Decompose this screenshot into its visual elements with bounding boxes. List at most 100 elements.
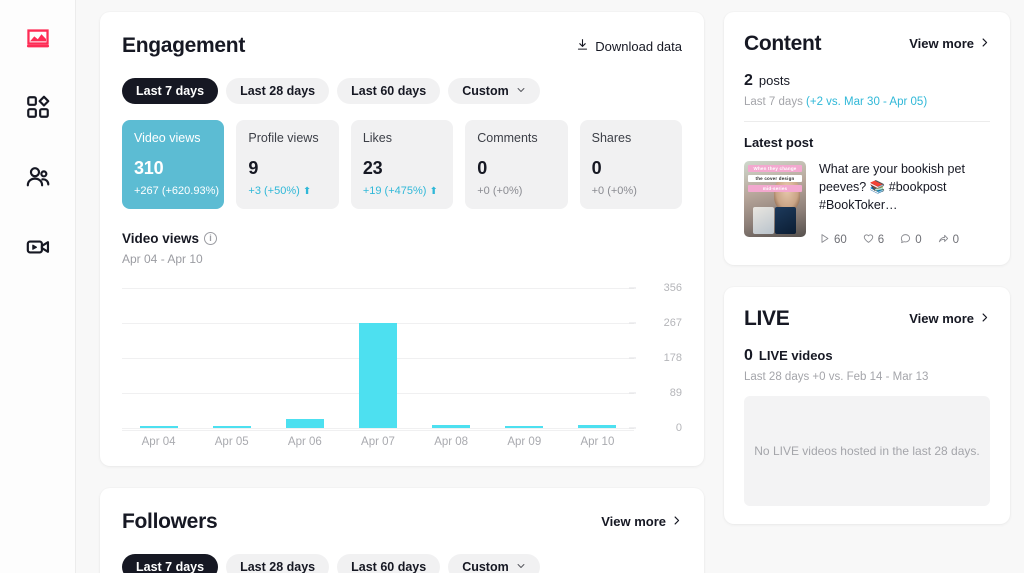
chart-x-tick-label: Apr 08 bbox=[415, 436, 488, 448]
live-view-more-button[interactable]: View more bbox=[909, 311, 990, 326]
post-details: What are your bookish pet peeves? 📚 #boo… bbox=[819, 161, 990, 247]
engagement-range-chips: Last 7 days Last 28 days Last 60 days Cu… bbox=[122, 78, 682, 104]
metric-delta-text: +267 (+620.93%) bbox=[134, 185, 219, 197]
chart-y-tick-label: 356 bbox=[638, 282, 682, 294]
thumbnail-book-right bbox=[775, 207, 796, 234]
followers-header: Followers View more bbox=[122, 510, 682, 534]
metric-delta-text: +19 (+475%) bbox=[363, 185, 427, 197]
metric-value: 23 bbox=[363, 158, 441, 179]
chevron-right-icon bbox=[979, 311, 990, 326]
metric-label: Profile views bbox=[248, 131, 326, 145]
posts-comparison: Last 7 days (+2 vs. Mar 30 - Apr 05) bbox=[744, 96, 990, 108]
metric-card-comments[interactable]: Comments 0 +0 (+0%) bbox=[465, 120, 567, 209]
chart-header: Video views i Apr 04 - Apr 10 bbox=[122, 231, 682, 266]
metric-label: Video views bbox=[134, 131, 212, 145]
chip-label: Last 60 days bbox=[351, 560, 426, 573]
chart-x-tick-label: Apr 07 bbox=[341, 436, 414, 448]
info-icon[interactable]: i bbox=[204, 232, 217, 245]
chip-last-7-days[interactable]: Last 7 days bbox=[122, 78, 218, 104]
content-card: Content View more 2 posts Last 7 days (+… bbox=[724, 12, 1010, 265]
latest-post-row[interactable]: When they change the cover design mid-se… bbox=[744, 161, 990, 247]
live-title: LIVE bbox=[744, 307, 789, 331]
followers-chip-last-60-days[interactable]: Last 60 days bbox=[337, 554, 440, 573]
chart-bar[interactable] bbox=[578, 425, 616, 428]
chart-bar-slot[interactable] bbox=[268, 288, 341, 428]
chart-x-tick-label: Apr 04 bbox=[122, 436, 195, 448]
chart-bar-slot[interactable] bbox=[341, 288, 414, 428]
post-caption: What are your bookish pet peeves? 📚 #boo… bbox=[819, 161, 990, 214]
view-more-label: View more bbox=[601, 514, 666, 529]
chart-bar[interactable] bbox=[359, 323, 397, 428]
chip-label: Last 28 days bbox=[240, 560, 315, 573]
chart-bar-slot[interactable] bbox=[122, 288, 195, 428]
video-views-bar-chart: 089178267356 Apr 04Apr 05Apr 06Apr 07Apr… bbox=[122, 288, 682, 448]
post-stat-value: 60 bbox=[834, 234, 847, 246]
chip-last-28-days[interactable]: Last 28 days bbox=[226, 78, 329, 104]
metric-delta: +0 (+0%) bbox=[477, 185, 555, 197]
thumbnail-person bbox=[774, 177, 800, 211]
chart-bar[interactable] bbox=[286, 419, 324, 428]
post-thumbnail[interactable]: When they change the cover design mid-se… bbox=[744, 161, 806, 237]
chart-bar-slot[interactable] bbox=[488, 288, 561, 428]
download-icon bbox=[576, 38, 589, 54]
content-view-more-button[interactable]: View more bbox=[909, 36, 990, 51]
grid-shapes-icon bbox=[25, 94, 51, 125]
download-data-button[interactable]: Download data bbox=[576, 38, 682, 54]
followers-card: Followers View more Last 7 days Last 28 … bbox=[100, 488, 704, 573]
metric-card-video-views[interactable]: Video views 310 +267 (+620.93%) ⬆ bbox=[122, 120, 224, 209]
engagement-card: Engagement Download data Last 7 days bbox=[100, 12, 704, 466]
chevron-right-icon bbox=[671, 514, 682, 529]
metric-card-profile-views[interactable]: Profile views 9 +3 (+50%) ⬆ bbox=[236, 120, 338, 209]
live-card: LIVE View more 0 LIVE videos Last 28 day… bbox=[724, 287, 1010, 524]
chart-y-tick-label: 267 bbox=[638, 317, 682, 329]
metric-value: 9 bbox=[248, 158, 326, 179]
chart-bar[interactable] bbox=[505, 426, 543, 428]
sidebar-item-analytics[interactable] bbox=[15, 18, 61, 64]
metric-card-likes[interactable]: Likes 23 +19 (+475%) ⬆ bbox=[351, 120, 453, 209]
metric-label: Comments bbox=[477, 131, 555, 145]
posts-period: Last 7 days bbox=[744, 96, 803, 108]
chart-bar[interactable] bbox=[213, 426, 251, 428]
chart-bar[interactable] bbox=[140, 426, 178, 428]
chip-custom[interactable]: Custom bbox=[448, 78, 540, 104]
share-icon bbox=[938, 233, 949, 247]
followers-chip-custom[interactable]: Custom bbox=[448, 554, 540, 573]
sidebar-item-followers[interactable] bbox=[15, 156, 61, 202]
chip-label: Custom bbox=[462, 560, 509, 573]
posts-word: posts bbox=[759, 73, 790, 88]
thumbnail-book-left bbox=[753, 207, 774, 234]
post-stat-plays: 60 bbox=[819, 233, 847, 247]
chart-bar-slot[interactable] bbox=[195, 288, 268, 428]
metric-value: 0 bbox=[592, 158, 670, 179]
chip-last-60-days[interactable]: Last 60 days bbox=[337, 78, 440, 104]
metric-delta: +267 (+620.93%) ⬆ bbox=[134, 185, 212, 197]
post-stat-value: 0 bbox=[953, 234, 959, 246]
sidebar-item-tools[interactable] bbox=[15, 86, 61, 132]
content-title: Content bbox=[744, 32, 821, 56]
metric-delta-text: +3 (+50%) bbox=[248, 185, 299, 197]
analytics-dashboard: Engagement Download data Last 7 days bbox=[0, 0, 1024, 573]
metric-label: Shares bbox=[592, 131, 670, 145]
followers-title: Followers bbox=[122, 510, 217, 534]
live-empty-message: No LIVE videos hosted in the last 28 day… bbox=[754, 444, 979, 458]
chart-bar[interactable] bbox=[432, 425, 470, 428]
followers-chip-last-28-days[interactable]: Last 28 days bbox=[226, 554, 329, 573]
right-column: Content View more 2 posts Last 7 days (+… bbox=[724, 12, 1010, 573]
metric-label: Likes bbox=[363, 131, 441, 145]
chart-bars bbox=[122, 288, 634, 428]
metric-card-shares[interactable]: Shares 0 +0 (+0%) bbox=[580, 120, 682, 209]
chart-bar-slot[interactable] bbox=[561, 288, 634, 428]
chart-bar-slot[interactable] bbox=[415, 288, 488, 428]
followers-view-more-button[interactable]: View more bbox=[601, 514, 682, 529]
followers-range-chips: Last 7 days Last 28 days Last 60 days Cu… bbox=[122, 554, 682, 573]
metric-value: 0 bbox=[477, 158, 555, 179]
post-stat-value: 6 bbox=[878, 234, 884, 246]
chip-label: Custom bbox=[462, 84, 509, 98]
followers-chip-last-7-days[interactable]: Last 7 days bbox=[122, 554, 218, 573]
chevron-down-icon bbox=[516, 560, 526, 573]
sidebar-item-live[interactable] bbox=[15, 226, 61, 272]
live-subtitle: Last 28 days +0 vs. Feb 14 - Mar 13 bbox=[744, 371, 990, 383]
posts-count: 2 bbox=[744, 72, 753, 90]
latest-post-label: Latest post bbox=[744, 135, 990, 150]
main-content: Engagement Download data Last 7 days bbox=[76, 0, 1024, 573]
